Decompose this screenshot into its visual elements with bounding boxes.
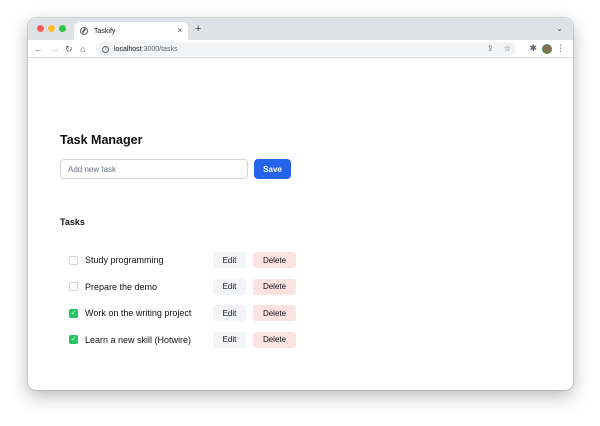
url-host: localhost <box>114 45 142 53</box>
browser-titlebar: Taskify × + ⌄ <box>28 18 573 40</box>
edit-button[interactable]: Edit <box>213 305 246 321</box>
more-menu-icon[interactable]: ⋮ <box>556 43 565 54</box>
close-window-button[interactable] <box>37 25 44 32</box>
close-icon[interactable]: × <box>177 27 182 35</box>
task-row: Prepare the demo Edit Delete <box>69 274 309 301</box>
new-task-input[interactable] <box>60 159 248 179</box>
chevron-down-icon[interactable]: ⌄ <box>556 24 563 33</box>
task-label: Work on the writing project <box>85 308 192 319</box>
url-path: :3000/tasks <box>141 45 178 53</box>
task-checkbox[interactable]: ✓ <box>69 308 78 318</box>
checkmark-icon: ✓ <box>70 309 77 317</box>
tasks-heading: Tasks <box>60 217 85 227</box>
task-list: Study programming Edit Delete Prepare th… <box>69 247 309 353</box>
reload-icon[interactable]: ↻ <box>65 43 73 55</box>
task-checkbox[interactable]: ✓ <box>69 335 78 345</box>
share-icon[interactable]: ⇪ <box>487 44 494 53</box>
browser-toolbar: ← → ↻ ⌂ i localhost:3000/tasks ⇪ ☆ ✱ ⋮ <box>28 40 573 58</box>
address-bar[interactable]: i localhost:3000/tasks <box>96 42 516 56</box>
page-title: Task Manager <box>60 133 143 147</box>
save-button[interactable]: Save <box>254 159 291 179</box>
minimize-window-button[interactable] <box>48 25 55 32</box>
task-label: Study programming <box>85 255 164 266</box>
task-row: Study programming Edit Delete <box>69 247 309 274</box>
profile-avatar[interactable] <box>542 44 552 54</box>
task-row: ✓ Learn a new skill (Hotwire) Edit Delet… <box>69 327 309 354</box>
task-checkbox[interactable] <box>69 282 78 292</box>
edit-button[interactable]: Edit <box>213 252 246 268</box>
omnibox-actions: ⇪ ☆ <box>479 44 511 53</box>
forward-icon[interactable]: → <box>50 43 59 55</box>
delete-button[interactable]: Delete <box>253 331 296 348</box>
edit-button[interactable]: Edit <box>213 278 246 295</box>
task-row: ✓ Work on the writing project Edit Delet… <box>69 300 309 327</box>
back-icon[interactable]: ← <box>34 43 43 55</box>
checkmark-icon: ✓ <box>70 336 77 344</box>
tab-title: Taskify <box>94 27 116 35</box>
browser-tab[interactable]: Taskify × <box>74 22 188 40</box>
delete-button[interactable]: Delete <box>253 305 296 321</box>
globe-icon <box>80 27 88 35</box>
url-text: localhost:3000/tasks <box>114 46 177 53</box>
browser-window: Taskify × + ⌄ ← → ↻ ⌂ i localhost:3000/t… <box>28 18 573 390</box>
task-label: Learn a new skill (Hotwire) <box>85 334 192 345</box>
edit-button[interactable]: Edit <box>213 331 246 348</box>
info-icon[interactable]: i <box>102 45 109 53</box>
delete-button[interactable]: Delete <box>253 252 296 268</box>
task-checkbox[interactable] <box>69 255 78 265</box>
bookmark-star-icon[interactable]: ☆ <box>504 44 511 53</box>
maximize-window-button[interactable] <box>59 25 66 32</box>
new-tab-button[interactable]: + <box>195 22 201 36</box>
task-label: Prepare the demo <box>85 281 158 292</box>
extensions-puzzle-icon[interactable]: ✱ <box>529 43 537 54</box>
delete-button[interactable]: Delete <box>253 278 296 295</box>
home-icon[interactable]: ⌂ <box>80 43 85 55</box>
